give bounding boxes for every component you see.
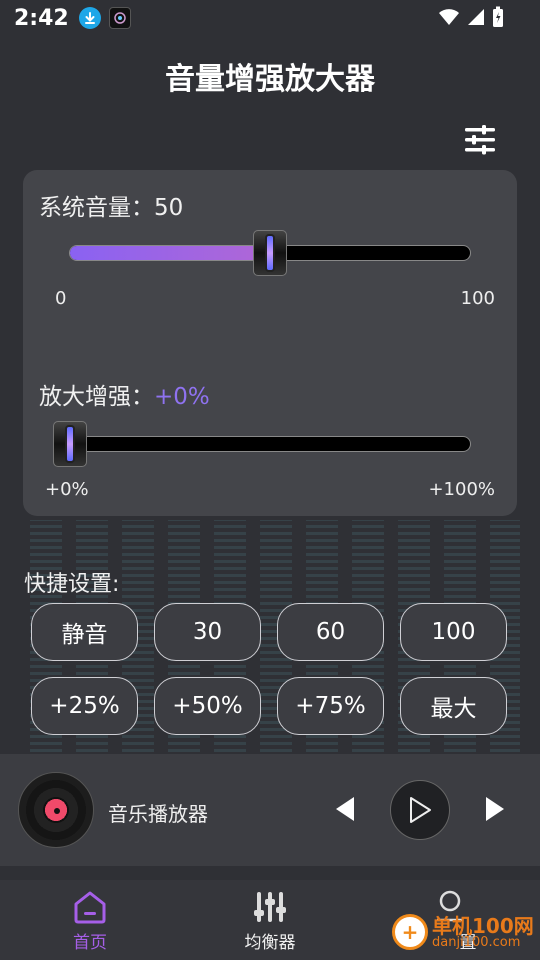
quick-button-30[interactable]: 30 [154,603,261,661]
boost-label: 放大增强：+0% [39,377,210,411]
boost-thumb[interactable] [53,421,87,467]
vinyl-disc-icon[interactable] [18,772,94,848]
signal-icon [468,9,484,25]
system-volume-label-text: 系统音量： [39,195,154,221]
quick-button-plus25[interactable]: +25% [31,677,138,735]
wifi-icon [439,9,459,25]
prev-icon [336,797,354,821]
player-title[interactable]: 音乐播放器 [108,798,208,827]
next-button[interactable] [480,792,510,826]
watermark-name: 单机100网 [432,913,534,938]
play-button[interactable] [390,780,450,840]
page-title: 音量增强放大器 [165,62,375,97]
system-volume-fill [70,246,270,260]
boost-max: +100% [428,479,495,500]
boost-value: +0% [154,384,210,410]
play-icon [410,797,431,823]
settings-button[interactable] [460,122,500,158]
watermark-logo-icon: + [392,914,428,950]
volume-card: 系统音量：50 0 100 放大增强：+0% +0% +100% [23,170,517,516]
nav-item-equalizer[interactable]: 均衡器 [180,880,360,960]
boost-slider[interactable] [69,436,471,452]
system-volume-label: 系统音量：50 [39,188,183,222]
nav-label-equalizer: 均衡器 [244,933,296,953]
system-volume-max: 100 [460,288,495,309]
previous-button[interactable] [330,792,360,826]
boost-min: +0% [45,479,89,500]
quick-button-plus50[interactable]: +50% [154,677,261,735]
watermark-url: danji100.com [432,934,521,950]
sliders-icon [465,125,495,155]
quick-settings-grid: 静音 30 60 100 +25% +50% +75% 最大 [31,603,510,735]
next-icon [486,797,504,821]
quick-button-60[interactable]: 60 [277,603,384,661]
quick-button-plus75[interactable]: +75% [277,677,384,735]
nav-item-home[interactable]: 首页 [0,880,180,960]
status-bar: 2:42 [0,0,540,36]
quick-button-max[interactable]: 最大 [400,677,507,735]
boost-label-text: 放大增强： [39,384,154,410]
watermark: + 单机100网 danji100.com [392,914,534,950]
nav-label-home: 首页 [73,933,107,953]
battery-icon [493,6,503,27]
quick-button-100[interactable]: 100 [400,603,507,661]
status-icons [438,6,504,28]
system-volume-min: 0 [55,288,67,309]
watermark-text: 单机100网 danji100.com [432,916,534,949]
app-icon [108,7,131,29]
home-icon [74,891,106,924]
status-time: 2:42 [14,5,69,31]
quick-button-mute[interactable]: 静音 [31,603,138,661]
system-volume-thumb[interactable] [253,230,287,276]
music-player-bar: 音乐播放器 [0,754,540,866]
system-volume-value: 50 [154,195,184,221]
download-icon [78,7,101,29]
quick-settings-title: 快捷设置: [24,572,120,597]
equalizer-icon [254,892,286,922]
